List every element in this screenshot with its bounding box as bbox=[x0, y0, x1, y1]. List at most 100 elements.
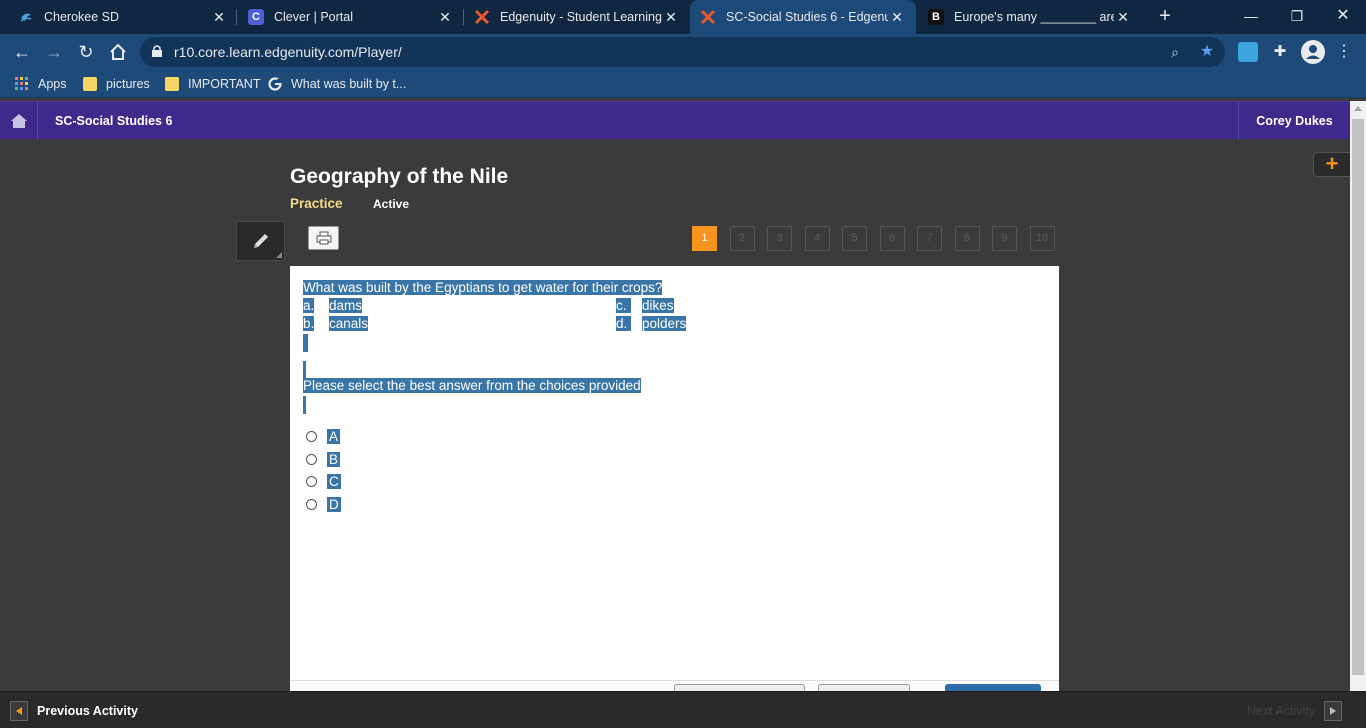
google-icon bbox=[268, 77, 282, 91]
scrollbar-thumb[interactable] bbox=[1352, 119, 1364, 675]
answer-option-c[interactable]: C bbox=[306, 471, 341, 491]
choice-row: b. canals d. polders bbox=[303, 316, 703, 334]
radio-button[interactable] bbox=[306, 453, 317, 465]
answer-option-a[interactable]: A bbox=[306, 426, 341, 446]
home-icon[interactable] bbox=[106, 40, 130, 64]
lesson-title: Geography of the Nile bbox=[290, 165, 509, 188]
question-number-button[interactable]: 5 bbox=[842, 226, 867, 251]
bookmark-google-search[interactable]: What was built by t... bbox=[268, 70, 406, 98]
lock-icon bbox=[152, 45, 162, 57]
brainly-favicon-icon: B bbox=[928, 9, 944, 25]
tab-title: Clever | Portal bbox=[274, 10, 353, 24]
user-name[interactable]: Corey Dukes bbox=[1238, 102, 1350, 140]
house-icon bbox=[10, 114, 27, 128]
radio-button[interactable] bbox=[306, 430, 317, 442]
minimize-icon[interactable]: — bbox=[1228, 0, 1274, 34]
selection-line bbox=[303, 334, 308, 352]
right-arrow-icon bbox=[1324, 701, 1342, 721]
course-header: SC-Social Studies 6 Corey Dukes bbox=[0, 101, 1350, 140]
tab-edgenuity-student[interactable]: Edgenuity - Student Learning E ✕ bbox=[464, 0, 690, 34]
bookmarks-bar: Apps pictures IMPORTANT What was built b… bbox=[0, 70, 1366, 98]
corner-indicator-icon bbox=[276, 252, 282, 258]
annotate-pencil-button[interactable] bbox=[236, 221, 285, 261]
cloud-extension-icon[interactable] bbox=[1238, 42, 1258, 62]
tab-title: Europe's many ________ are w bbox=[954, 10, 1114, 24]
close-tab-icon[interactable]: ✕ bbox=[662, 9, 680, 26]
question-number-button[interactable]: 6 bbox=[879, 226, 905, 251]
print-button[interactable] bbox=[308, 226, 339, 250]
restore-icon[interactable]: ❐ bbox=[1274, 0, 1320, 34]
browser-tab-strip: Cherokee SD ✕ C Clever | Portal ✕ Edgenu… bbox=[0, 0, 1366, 34]
extensions-puzzle-icon[interactable]: ✚ bbox=[1270, 42, 1290, 62]
bookmark-label: What was built by t... bbox=[291, 77, 407, 91]
edgenuity-favicon-icon bbox=[700, 9, 716, 25]
close-tab-icon[interactable]: ✕ bbox=[210, 9, 228, 26]
option-label: C bbox=[327, 473, 341, 489]
choice-row: a. dams c. dikes bbox=[303, 298, 703, 316]
address-bar[interactable]: r10.core.learn.edgenuity.com/Player/ ⌕ ★ bbox=[140, 37, 1225, 67]
question-number-button[interactable]: 7 bbox=[917, 226, 942, 251]
url-text: r10.core.learn.edgenuity.com/Player/ bbox=[174, 44, 402, 60]
option-label: D bbox=[327, 496, 341, 512]
close-tab-icon[interactable]: ✕ bbox=[436, 9, 454, 26]
previous-activity-button[interactable]: Previous Activity bbox=[10, 701, 138, 721]
clever-favicon-icon: C bbox=[248, 9, 264, 25]
question-number-button[interactable]: 4 bbox=[804, 226, 830, 251]
bookmark-important[interactable]: IMPORTANT bbox=[165, 70, 260, 98]
tab-cherokee-sd[interactable]: Cherokee SD ✕ bbox=[0, 0, 238, 34]
new-tab-icon[interactable]: + bbox=[1155, 6, 1175, 26]
cherokee-favicon-icon bbox=[18, 9, 34, 25]
bookmark-label: pictures bbox=[106, 77, 150, 91]
tab-title: SC-Social Studies 6 - Edgenuity bbox=[726, 10, 888, 24]
question-number-button[interactable]: 3 bbox=[767, 226, 792, 251]
browser-menu-icon[interactable]: ⋮ bbox=[1334, 42, 1354, 62]
question-navigation: 1 2 3 4 5 6 7 8 9 10 bbox=[692, 226, 1055, 251]
choice-letter: c. bbox=[616, 298, 631, 313]
reload-icon[interactable]: ↻ bbox=[74, 40, 98, 64]
pencil-icon bbox=[253, 234, 268, 248]
activity-type: Practice bbox=[290, 196, 343, 211]
apps-grid-icon bbox=[15, 77, 29, 91]
choice-letter: a. bbox=[303, 298, 315, 313]
tab-clever-portal[interactable]: C Clever | Portal ✕ bbox=[238, 0, 464, 34]
course-home-button[interactable] bbox=[0, 102, 38, 140]
question-number-button[interactable]: 10 bbox=[1029, 226, 1055, 251]
radio-button[interactable] bbox=[306, 498, 317, 510]
answer-option-d[interactable]: D bbox=[306, 494, 341, 514]
next-activity-label: Next Activity bbox=[1246, 704, 1315, 718]
scroll-up-arrow-icon[interactable] bbox=[1354, 106, 1362, 111]
close-tab-icon[interactable]: ✕ bbox=[1114, 9, 1132, 26]
previous-activity-label: Previous Activity bbox=[37, 704, 138, 718]
activity-footer: Previous Activity Next Activity bbox=[0, 691, 1366, 728]
bookmark-apps[interactable]: Apps bbox=[15, 70, 67, 98]
course-title: SC-Social Studies 6 bbox=[55, 114, 173, 128]
selection-line bbox=[303, 361, 306, 379]
expand-tools-plus-button[interactable]: + bbox=[1313, 152, 1350, 177]
edgenuity-favicon-icon bbox=[474, 9, 490, 25]
option-label: B bbox=[327, 451, 341, 467]
page-scrollbar[interactable] bbox=[1350, 101, 1366, 691]
tab-sc-social-studies[interactable]: SC-Social Studies 6 - Edgenuity ✕ bbox=[690, 0, 916, 34]
question-number-button[interactable]: 2 bbox=[729, 226, 755, 251]
bookmark-pictures[interactable]: pictures bbox=[83, 70, 150, 98]
zoom-icon[interactable]: ⌕ bbox=[1166, 43, 1184, 61]
tab-europe-question[interactable]: B Europe's many ________ are w ✕ bbox=[916, 0, 1142, 34]
next-activity-button[interactable]: Next Activity bbox=[1247, 701, 1342, 721]
folder-icon bbox=[83, 77, 97, 91]
question-number-button[interactable]: 8 bbox=[954, 226, 980, 251]
forward-arrow-icon[interactable]: → bbox=[42, 40, 66, 64]
question-number-button[interactable]: 9 bbox=[992, 226, 1017, 251]
window-close-icon[interactable]: ✕ bbox=[1320, 0, 1366, 34]
bookmark-star-icon[interactable]: ★ bbox=[1198, 43, 1216, 61]
question-panel: What was built by the Egyptians to get w… bbox=[290, 266, 1059, 692]
answer-option-b[interactable]: B bbox=[306, 449, 341, 469]
activity-status: Active bbox=[373, 197, 410, 211]
question-number-button[interactable]: 1 bbox=[692, 226, 717, 251]
back-arrow-icon[interactable]: ← bbox=[10, 40, 34, 64]
profile-avatar-icon[interactable] bbox=[1301, 40, 1325, 64]
browser-toolbar: ← → ↻ r10.core.learn.edgenuity.com/Playe… bbox=[0, 34, 1366, 70]
radio-button[interactable] bbox=[306, 475, 317, 487]
bookmark-label: Apps bbox=[38, 77, 67, 91]
choice-text: dams bbox=[329, 298, 363, 313]
close-tab-icon[interactable]: ✕ bbox=[888, 9, 906, 26]
